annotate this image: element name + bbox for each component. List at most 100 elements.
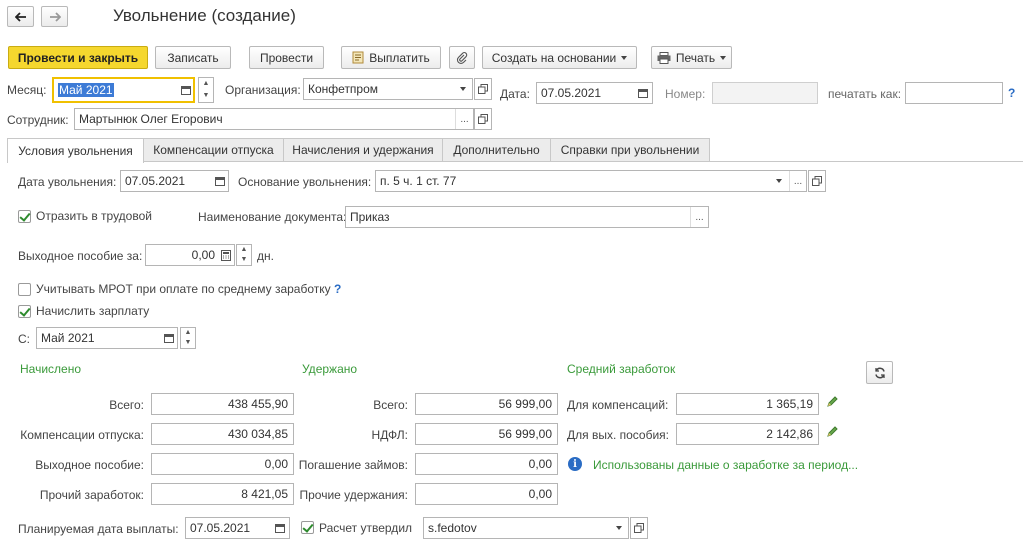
- dismissal-date-value: 07.05.2021: [125, 174, 186, 188]
- withheld-other-field: 0,00: [415, 483, 558, 505]
- pencil-icon[interactable]: [826, 395, 839, 408]
- from-value: Май 2021: [41, 331, 95, 345]
- pay-button[interactable]: Выплатить: [341, 46, 441, 69]
- print-button[interactable]: Печать: [651, 46, 732, 69]
- pay-date-calendar-button[interactable]: [271, 518, 289, 538]
- from-input[interactable]: Май 2021: [36, 327, 178, 349]
- month-label: Месяц:: [7, 83, 47, 97]
- tab-dismissal-certificates[interactable]: Справки при увольнении: [550, 138, 710, 161]
- dismissal-date-label: Дата увольнения:: [18, 175, 117, 189]
- reflect-checkbox[interactable]: [18, 210, 31, 223]
- avg-severance-value: 2 142,86: [766, 427, 813, 441]
- post-button[interactable]: Провести: [249, 46, 324, 69]
- post-and-close-button[interactable]: Провести и закрыть: [8, 46, 148, 69]
- create-based-on-button[interactable]: Создать на основании: [482, 46, 637, 69]
- withheld-total-label: Всего:: [373, 398, 408, 412]
- accrued-total-label: Всего:: [109, 398, 144, 412]
- tab-accruals-deductions[interactable]: Начисления и удержания: [283, 138, 443, 161]
- from-calendar-button[interactable]: [160, 328, 177, 348]
- avg-compensation-label: Для компенсаций:: [567, 398, 669, 412]
- tab-vacation-compensation[interactable]: Компенсации отпуска: [143, 138, 284, 161]
- up-icon: ▲: [240, 246, 248, 253]
- doc-name-input[interactable]: Приказ: [345, 206, 709, 228]
- approved-by-input[interactable]: s.fedotov: [423, 517, 629, 539]
- organization-open-button[interactable]: [474, 78, 492, 100]
- accrued-other-label: Прочий заработок:: [39, 488, 144, 502]
- doc-name-label: Наименование документа:: [198, 210, 347, 224]
- tab-additional[interactable]: Дополнительно: [442, 138, 551, 161]
- dropdown-arrow-icon: [460, 87, 466, 91]
- mrot-checkbox[interactable]: [18, 283, 31, 296]
- open-icon: [478, 114, 488, 124]
- accrued-heading: Начислено: [20, 362, 82, 376]
- approved-by-open-button[interactable]: [630, 517, 648, 539]
- average-earnings-heading: Средний заработок: [567, 362, 676, 376]
- from-spinner[interactable]: ▲ ▼: [180, 327, 196, 349]
- basis-value: п. 5 ч. 1 ст. 77: [380, 174, 457, 188]
- accrued-vacation-comp-label: Компенсации отпуска:: [20, 428, 144, 442]
- help-icon[interactable]: ?: [1008, 86, 1015, 100]
- refresh-button[interactable]: [866, 361, 893, 384]
- dropdown-arrow-icon: [621, 55, 628, 60]
- approved-by-dropdown-button[interactable]: [610, 518, 628, 538]
- organization-input[interactable]: Конфетпром: [303, 78, 473, 100]
- avg-compensation-field: 1 365,19: [676, 393, 819, 415]
- severance-unit: дн.: [257, 249, 274, 263]
- basis-select-button[interactable]: ...: [789, 171, 806, 191]
- printer-icon: [657, 51, 671, 64]
- forward-button[interactable]: [41, 6, 68, 27]
- employee-select-button[interactable]: ...: [455, 109, 473, 129]
- approved-label: Расчет утвердил: [319, 521, 413, 535]
- employee-open-button[interactable]: [474, 108, 492, 130]
- tab-strip-line: [7, 161, 1023, 162]
- earnings-period-link[interactable]: Использованы данные о заработке за перио…: [593, 457, 858, 473]
- number-input[interactable]: [712, 82, 818, 104]
- open-icon: [478, 84, 488, 94]
- open-icon: [634, 523, 644, 533]
- organization-dropdown-button[interactable]: [454, 79, 472, 99]
- month-input[interactable]: Май 2021: [52, 77, 195, 103]
- employee-input[interactable]: Мартынюк Олег Егорович: [74, 108, 474, 130]
- dropdown-arrow-icon: [776, 179, 782, 183]
- calendar-icon: [275, 524, 285, 533]
- withheld-ndfl-value: 56 999,00: [498, 427, 552, 441]
- employee-label: Сотрудник:: [7, 113, 69, 127]
- down-icon: ▼: [240, 256, 248, 263]
- calendar-icon: [214, 177, 225, 186]
- approved-checkbox[interactable]: [301, 521, 314, 534]
- dismissal-date-calendar-button[interactable]: [211, 171, 228, 191]
- withheld-loans-label: Погашение займов:: [298, 458, 408, 472]
- accrued-total-value: 438 455,90: [227, 397, 288, 411]
- employee-value: Мартынюк Олег Егорович: [79, 112, 223, 126]
- accrued-severance-label: Выходное пособие:: [35, 458, 144, 472]
- avg-severance-label: Для вых. пособия:: [567, 428, 670, 442]
- attach-button[interactable]: [449, 46, 475, 69]
- month-spinner[interactable]: ▲ ▼: [198, 77, 214, 103]
- pay-date-value: 07.05.2021: [190, 521, 251, 535]
- print-as-input[interactable]: [905, 82, 1003, 104]
- basis-dropdown-button[interactable]: [770, 171, 788, 191]
- mrot-help-icon[interactable]: ?: [334, 282, 341, 296]
- up-icon: ▲: [202, 80, 210, 87]
- basis-input[interactable]: п. 5 ч. 1 ст. 77: [375, 170, 807, 192]
- back-button[interactable]: [7, 6, 34, 27]
- tab-dismissal-conditions[interactable]: Условия увольнения: [7, 138, 144, 163]
- save-button[interactable]: Записать: [155, 46, 231, 69]
- doc-name-select-button[interactable]: ...: [690, 207, 708, 227]
- severance-spinner[interactable]: ▲ ▼: [236, 244, 252, 266]
- month-calendar-button[interactable]: [176, 79, 196, 101]
- basis-label: Основание увольнения:: [238, 175, 372, 189]
- page-title: Увольнение (создание): [113, 6, 296, 25]
- accrue-salary-checkbox[interactable]: [18, 305, 31, 318]
- down-icon: ▼: [202, 92, 210, 99]
- withheld-other-label: Прочие удержания:: [299, 488, 409, 502]
- date-calendar-button[interactable]: [634, 83, 652, 103]
- accrued-total-field: 438 455,90: [151, 393, 294, 415]
- from-label: С:: [18, 332, 30, 346]
- basis-open-button[interactable]: [808, 170, 826, 192]
- doc-name-value: Приказ: [350, 210, 390, 224]
- avg-compensation-value: 1 365,19: [766, 397, 813, 411]
- pencil-icon[interactable]: [826, 425, 839, 438]
- severance-calc-button[interactable]: [217, 245, 234, 265]
- pay-date-label: Планируемая дата выплаты:: [18, 522, 179, 536]
